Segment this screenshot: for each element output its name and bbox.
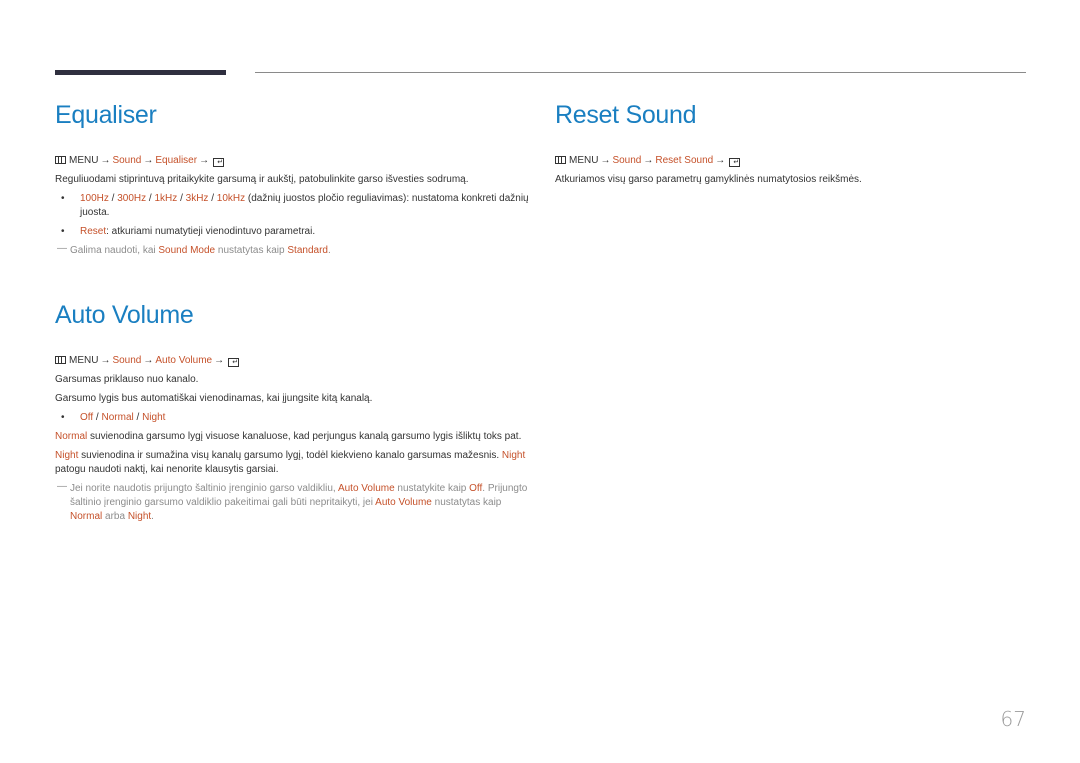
right-column: Reset Sound MENU → Sound → Reset Sound → ↵ Atk… [555,98,1025,187]
left-column: Equaliser MENU → Sound → Equaliser → ↵ Reguliu… [55,98,535,524]
note-highlight: Off [469,483,483,494]
list-item: • Off / Normal / Night [55,411,535,425]
note-dash-icon: ― [57,243,67,254]
section-auto-volume: Auto Volume MENU → Sound → Auto Volume → ↵ Gar… [55,298,535,524]
enter-icon: ↵ [228,358,240,367]
arrow-icon: → [100,355,111,366]
list-item: • Reset: atkuriami numatytieji vienodint… [55,225,535,239]
option-300hz: 300Hz [117,193,147,204]
menu-path-equaliser: MENU → Sound → Equaliser → ↵ [55,154,535,168]
bullet-icon: • [61,193,65,204]
menu-icon [55,156,66,164]
arrow-icon: → [143,355,154,366]
separator: / [146,193,155,204]
heading-equaliser: Equaliser [55,101,157,129]
option-night: Night [142,412,166,423]
path-equaliser: Equaliser [155,155,198,166]
menu-path-reset-sound: MENU → Sound → Reset Sound → ↵ [555,154,1025,168]
note-highlight: Normal [70,511,103,522]
path-sound: Sound [612,155,642,166]
note-highlight: Sound Mode [158,245,216,256]
night-description: Night suvienodina ir sumažina visų kanal… [55,449,535,477]
note-text: nustatytas kaip [431,497,502,508]
option-normal: Normal [101,412,134,423]
equaliser-note: ― Galima naudoti, kai Sound Mode nustaty… [55,243,535,258]
path-reset-sound: Reset Sound [655,155,714,166]
section-reset-sound: Reset Sound MENU → Sound → Reset Sound → ↵ Atk… [555,98,1025,187]
note-highlight: Standard [287,245,328,256]
bullet-text: : atkuriami numatytieji vienodintuvo par… [106,226,316,237]
option-off: Off [80,412,94,423]
menu-icon [555,156,566,164]
arrow-icon: → [100,155,111,166]
separator: / [177,193,186,204]
note-text: . [327,245,331,256]
option-100hz: 100Hz [80,193,109,204]
heading-reset-sound: Reset Sound [555,101,697,129]
note-highlight: Night [127,511,152,522]
separator: / [108,193,118,204]
normal-description: Normal suvienodina garsumo lygį visuose … [55,430,535,444]
auto-volume-paragraph: Garsumo lygis bus automatiškai vienodina… [55,393,373,404]
auto-volume-options-list: • Off / Normal / Night [55,411,535,425]
description-text: suvienodina garsumo lygį visuose kanaluo… [87,431,522,442]
option-10khz: 10kHz [216,193,246,204]
separator: / [93,412,102,423]
highlight-night: Night [501,450,526,461]
note-dash-icon: ― [57,481,67,492]
note-text: nustatykite kaip [394,483,470,494]
description-text: suvienodina ir sumažina visų kanalų gars… [78,450,502,461]
bullet-icon: • [61,412,65,423]
arrow-icon: → [143,155,154,166]
heading-auto-volume: Auto Volume [55,301,194,329]
path-sound: Sound [112,155,142,166]
auto-volume-paragraph: Garsumas priklauso nuo kanalo. [55,374,199,385]
menu-path-auto-volume: MENU → Sound → Auto Volume → ↵ [55,354,535,368]
highlight-night: Night [55,450,79,461]
menu-icon [55,356,66,364]
arrow-icon: → [600,155,611,166]
separator: / [133,412,143,423]
note-highlight: Auto Volume [375,497,432,508]
path-sound: Sound [112,355,142,366]
note-text: . [151,511,154,522]
reset-sound-description: Atkuriamos visų garso parametrų gamyklin… [555,174,862,185]
option-reset: Reset [80,226,107,237]
note-text: Galima naudoti, kai [70,245,159,256]
list-item: • 100Hz / 300Hz / 1kHz / 3kHz / 10kHz (d… [55,192,535,220]
note-highlight: Auto Volume [337,483,395,494]
description-text: patogu naudoti naktį, kai nenorite klaus… [55,464,279,475]
arrow-icon: → [214,355,225,366]
arrow-icon: → [643,155,654,166]
menu-label: MENU [569,155,599,166]
note-text: arba [102,511,128,522]
separator: / [208,193,217,204]
arrow-icon: → [715,155,726,166]
menu-label: MENU [69,155,99,166]
path-auto-volume: Auto Volume [155,355,213,366]
auto-volume-note: ― Jei norite naudotis prijungto šaltinio… [55,481,535,524]
section-equaliser: Equaliser MENU → Sound → Equaliser → ↵ Reguliu… [55,98,535,258]
page-number: 67 [1000,707,1026,731]
option-3khz: 3kHz [185,193,209,204]
header-bar-thick [55,70,226,75]
arrow-icon: → [199,155,210,166]
menu-label: MENU [69,355,99,366]
enter-icon: ↵ [729,158,741,167]
equaliser-description: Reguliuodami stiprintuvą pritaikykite ga… [55,174,469,185]
highlight-normal: Normal [55,431,88,442]
enter-icon: ↵ [213,158,225,167]
equaliser-options-list: • 100Hz / 300Hz / 1kHz / 3kHz / 10kHz (d… [55,192,535,239]
header-rule [255,72,1026,73]
note-text: Jei norite naudotis prijungto šaltinio į… [70,483,338,494]
note-text: nustatytas kaip [215,245,288,256]
option-1khz: 1kHz [154,193,178,204]
bullet-icon: • [61,226,65,237]
